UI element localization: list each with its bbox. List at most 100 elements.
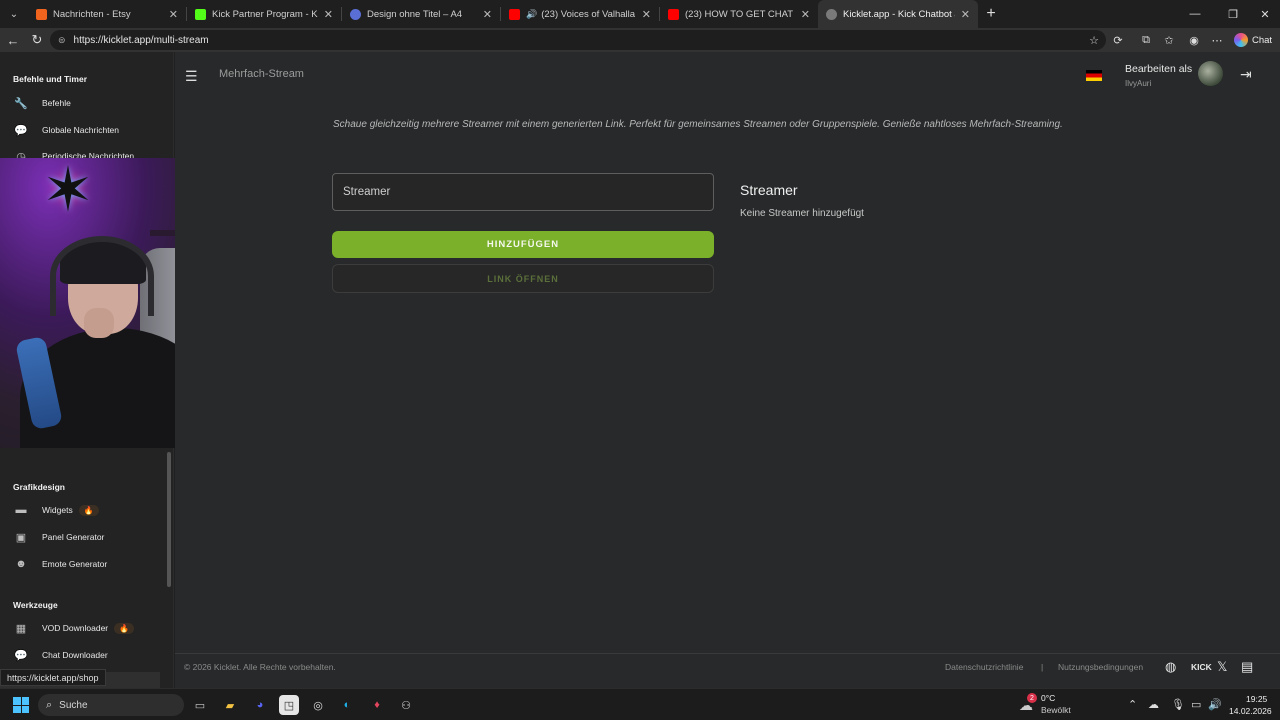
streamer-list-heading: Streamer xyxy=(740,182,798,198)
browser-tab-youtube-valhalla[interactable]: 🔊 (23) Voices of Valhalla | Viking ✕ xyxy=(501,0,659,28)
main-content: ☰ Mehrfach-Stream Bearbeiten als IlvyAur… xyxy=(175,52,1280,688)
avatar[interactable] xyxy=(1198,61,1223,86)
tab-title: Kick Partner Program - Kick Dashbo xyxy=(212,8,318,20)
add-streamer-button[interactable]: HINZUFÜGEN xyxy=(332,231,714,258)
empty-streamer-list-text: Keine Streamer hinzugefügt xyxy=(740,208,864,219)
sidebar-item-vod-downloader[interactable]: ▦ VOD Downloader 🔥 xyxy=(13,619,135,637)
sidebar-scrollbar[interactable] xyxy=(167,452,171,587)
sidebar-item-panel-generator[interactable]: ▣ Panel Generator xyxy=(13,528,105,546)
pentagram-light: ✶ xyxy=(42,158,94,225)
username: IlvyAuri xyxy=(1125,79,1152,88)
chat-label: Chat xyxy=(1252,34,1273,46)
sidebar-item-emote-generator[interactable]: ☻ Emote Generator xyxy=(13,555,107,573)
task-view-icon[interactable]: ▭ xyxy=(190,695,210,715)
speaker-icon[interactable]: 🔊 xyxy=(526,9,537,20)
favorite-star-icon[interactable]: ☆ xyxy=(1086,32,1102,48)
discord-icon[interactable]: ◍ xyxy=(1165,659,1176,675)
maximize-window-button[interactable]: ❐ xyxy=(1216,0,1250,28)
copilot-icon xyxy=(1234,33,1248,47)
close-tab-icon[interactable]: ✕ xyxy=(961,8,970,21)
browser-tab-youtube-chat-minigames[interactable]: (23) HOW TO GET CHAT MINIGAM ✕ xyxy=(660,0,818,28)
clock-date[interactable]: 14.02.2026 xyxy=(1229,706,1272,716)
tab-list-dropdown-button[interactable]: ⌄ xyxy=(0,0,28,28)
tab-title: (23) HOW TO GET CHAT MINIGAM xyxy=(685,8,795,20)
sidebar-item-global-messages[interactable]: 💬 Globale Nachrichten xyxy=(13,121,119,139)
browser-tab-canva[interactable]: Design ohne Titel – A4 ✕ xyxy=(342,0,500,28)
page-description: Schaue gleichzeitig mehrere Streamer mit… xyxy=(333,119,1063,130)
close-window-button[interactable]: ✕ xyxy=(1248,0,1280,28)
person-hand xyxy=(84,308,114,338)
close-tab-icon[interactable]: ✕ xyxy=(801,8,810,21)
address-bar[interactable]: ⊜ https://kicklet.app/multi-stream xyxy=(50,30,1106,50)
browser-tab-kick-partner[interactable]: Kick Partner Program - Kick Dashbo ✕ xyxy=(187,0,341,28)
etsy-icon xyxy=(36,8,47,20)
close-tab-icon[interactable]: ✕ xyxy=(642,8,651,21)
sidebar-heading-commands: Befehle und Timer xyxy=(13,74,87,84)
profile-avatar-icon[interactable]: ◉ xyxy=(1186,32,1202,48)
hot-badge: 🔥 xyxy=(114,622,135,634)
site-info-icon[interactable]: ⊜ xyxy=(58,35,66,46)
minimize-window-button[interactable]: — xyxy=(1178,0,1212,28)
headset xyxy=(50,236,154,316)
copilot-chat-button[interactable]: Chat xyxy=(1232,31,1276,49)
terms-link[interactable]: Nutzungsbedingungen xyxy=(1058,662,1143,672)
taskbar-search[interactable]: ⌕ Suche xyxy=(38,694,184,716)
sidebar-item-label: Panel Generator xyxy=(42,532,105,542)
microphone-icon[interactable]: 🎙 xyxy=(1171,698,1185,711)
streamer-input[interactable] xyxy=(332,173,714,211)
favorites-icon[interactable]: ✩ xyxy=(1161,32,1177,48)
sidebar-item-commands[interactable]: 🔧 Befehle xyxy=(13,94,71,112)
network-icon[interactable]: ▭ xyxy=(1191,698,1201,711)
document-icon[interactable]: ▤ xyxy=(1241,659,1253,675)
logout-icon[interactable]: ⇥ xyxy=(1240,66,1252,83)
close-tab-icon[interactable]: ✕ xyxy=(324,8,333,21)
streamer-bot-app-icon[interactable]: ⚇ xyxy=(396,695,416,715)
tab-title: Kicklet.app - Kick Chatbot and Ove xyxy=(843,8,955,20)
edge-app-icon[interactable]: ◐ xyxy=(337,695,357,715)
wrench-icon: 🔧 xyxy=(14,97,28,110)
obs-app-icon[interactable]: ◳ xyxy=(279,695,299,715)
reload-icon[interactable]: ↻ xyxy=(28,31,46,49)
extensions-icon[interactable]: ⟳ xyxy=(1110,32,1126,48)
close-tab-icon[interactable]: ✕ xyxy=(483,8,492,21)
edit-as-label: Bearbeiten als xyxy=(1125,63,1193,75)
sidebar-heading-tools: Werkzeuge xyxy=(13,600,58,610)
github-app-icon[interactable]: ◎ xyxy=(308,695,328,715)
sidebar-item-label: Chat Downloader xyxy=(42,650,108,660)
chevron-up-icon[interactable]: ⌃ xyxy=(1128,698,1137,711)
browser-tab-etsy[interactable]: Nachrichten - Etsy ✕ xyxy=(28,0,186,28)
hot-badge: 🔥 xyxy=(78,504,99,516)
volume-icon[interactable]: 🔊 xyxy=(1208,698,1222,711)
close-tab-icon[interactable]: ✕ xyxy=(169,8,178,21)
windows-taskbar: ⌕ Suche ▭ ▰ ◕ ◳ ◎ ◐ ♦ ⚇ ☁ 2 0°C Bewölkt … xyxy=(0,688,1280,720)
kick-link[interactable]: KICK xyxy=(1191,662,1212,672)
sidebar-item-label: Widgets xyxy=(42,505,73,515)
back-arrow-icon[interactable]: ← xyxy=(4,31,22,49)
german-flag-icon[interactable] xyxy=(1086,70,1102,81)
footer-divider xyxy=(175,653,1280,654)
clock-time[interactable]: 19:25 xyxy=(1246,694,1267,704)
file-explorer-icon[interactable]: ▰ xyxy=(220,695,240,715)
sidebar-item-chat-downloader[interactable]: 💬 Chat Downloader xyxy=(13,646,108,664)
more-menu-icon[interactable]: ⋯ xyxy=(1209,32,1225,48)
weather-description[interactable]: Bewölkt xyxy=(1041,705,1071,715)
open-link-button[interactable]: LINK ÖFFNEN xyxy=(332,264,714,293)
sidebar-item-widgets[interactable]: ▬ Widgets 🔥 xyxy=(13,501,99,519)
youtube-icon xyxy=(509,8,520,20)
discord-app-icon[interactable]: ◕ xyxy=(250,695,270,715)
x-twitter-icon[interactable]: 𝕏 xyxy=(1217,659,1227,675)
tab-title: Design ohne Titel – A4 xyxy=(367,8,463,20)
windows-start-icon[interactable] xyxy=(13,697,29,713)
privacy-policy-link[interactable]: Datenschutzrichtlinie xyxy=(945,662,1023,672)
sidebar-item-label: Globale Nachrichten xyxy=(42,125,120,135)
browser-tab-kicklet[interactable]: Kicklet.app - Kick Chatbot and Ove ✕ xyxy=(818,0,978,28)
sidebar-item-label: VOD Downloader xyxy=(42,623,109,633)
kicklet-icon xyxy=(826,8,837,20)
cloud-sync-icon[interactable]: ☁ xyxy=(1148,698,1159,711)
pin-app-icon[interactable]: ♦ xyxy=(367,695,387,715)
weather-temperature[interactable]: 0°C xyxy=(1041,693,1055,703)
split-screen-icon[interactable]: ⧉ xyxy=(1138,32,1154,48)
new-tab-button[interactable]: + xyxy=(978,0,1004,28)
browser-tab-bar: ⌄ Nachrichten - Etsy ✕ Kick Partner Prog… xyxy=(0,0,1280,28)
menu-toggle-icon[interactable]: ☰ xyxy=(185,68,198,85)
